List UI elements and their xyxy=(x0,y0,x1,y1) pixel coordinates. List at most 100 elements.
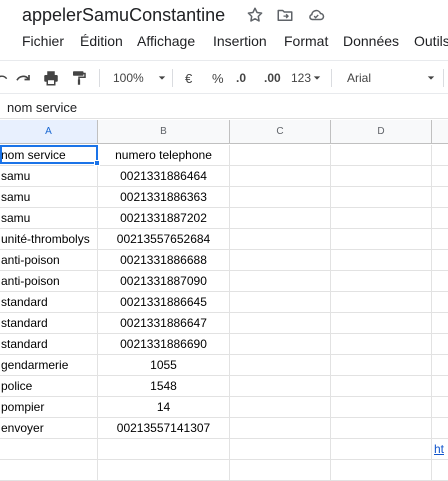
cell-a[interactable] xyxy=(0,460,98,481)
zoom-select[interactable]: 100% xyxy=(113,69,166,87)
cell-d[interactable] xyxy=(331,355,432,376)
cell-e[interactable] xyxy=(432,145,448,166)
formula-bar[interactable]: nom service xyxy=(0,95,448,119)
cell-b[interactable]: numero telephone xyxy=(98,145,230,166)
paint-format-icon[interactable] xyxy=(70,69,88,87)
cell-e[interactable] xyxy=(432,250,448,271)
cell-e[interactable] xyxy=(432,334,448,355)
column-header-b[interactable]: B xyxy=(98,120,230,144)
cell-c[interactable] xyxy=(230,397,331,418)
cell-b[interactable] xyxy=(98,439,230,460)
undo-icon[interactable] xyxy=(0,69,10,87)
cell-a[interactable]: nom service xyxy=(0,145,98,166)
fill-handle[interactable] xyxy=(94,160,100,166)
cell-d[interactable] xyxy=(331,376,432,397)
cell-b[interactable]: 0021331886690 xyxy=(98,334,230,355)
cell-c[interactable] xyxy=(230,376,331,397)
cell-c[interactable] xyxy=(230,229,331,250)
cell-e[interactable] xyxy=(432,313,448,334)
star-icon[interactable] xyxy=(246,6,264,24)
cell-d[interactable] xyxy=(331,334,432,355)
cell-a[interactable]: envoyer xyxy=(0,418,98,439)
cell-c[interactable] xyxy=(230,208,331,229)
cell-a[interactable]: standard xyxy=(0,334,98,355)
cloud-status-icon[interactable] xyxy=(307,6,325,24)
column-header-d[interactable]: D xyxy=(331,120,432,144)
cell-e[interactable] xyxy=(432,208,448,229)
cell-d[interactable] xyxy=(331,250,432,271)
cell-c[interactable] xyxy=(230,439,331,460)
cell-a[interactable]: anti-poison xyxy=(0,271,98,292)
cell-c[interactable] xyxy=(230,313,331,334)
cell-e[interactable] xyxy=(432,166,448,187)
menu-outils[interactable]: Outils xyxy=(414,33,448,49)
cell-c[interactable] xyxy=(230,418,331,439)
cell-b[interactable]: 0021331886647 xyxy=(98,313,230,334)
chevron-down-icon[interactable] xyxy=(427,69,435,87)
cell-c[interactable] xyxy=(230,271,331,292)
cell-e[interactable] xyxy=(432,355,448,376)
cell-e[interactable] xyxy=(432,460,448,481)
cell-b[interactable]: 0021331887202 xyxy=(98,208,230,229)
column-header-a[interactable]: A xyxy=(0,120,98,144)
cell-d[interactable] xyxy=(331,397,432,418)
cell-a[interactable]: standard xyxy=(0,313,98,334)
cell-c[interactable] xyxy=(230,187,331,208)
cell-b[interactable]: 14 xyxy=(98,397,230,418)
cell-e[interactable] xyxy=(432,271,448,292)
cell-d[interactable] xyxy=(331,271,432,292)
cell-a[interactable]: samu xyxy=(0,208,98,229)
cell-c[interactable] xyxy=(230,355,331,376)
cell-c[interactable] xyxy=(230,334,331,355)
increase-decimals-button[interactable]: .00 xyxy=(264,69,281,87)
percent-button[interactable]: % xyxy=(212,69,224,87)
cell-b[interactable] xyxy=(98,460,230,481)
cell-a[interactable]: samu xyxy=(0,187,98,208)
menu-insertion[interactable]: Insertion xyxy=(213,33,267,49)
cell-d[interactable] xyxy=(331,439,432,460)
cell-d[interactable] xyxy=(331,229,432,250)
cell-e[interactable] xyxy=(432,376,448,397)
menu-fichier[interactable]: Fichier xyxy=(22,33,64,49)
redo-icon[interactable] xyxy=(14,69,32,87)
print-icon[interactable] xyxy=(42,69,60,87)
menu-affichage[interactable]: Affichage xyxy=(137,33,195,49)
cell-c[interactable] xyxy=(230,460,331,481)
cell-b[interactable]: 0021331886464 xyxy=(98,166,230,187)
cell-d[interactable] xyxy=(331,313,432,334)
cell-d[interactable] xyxy=(331,208,432,229)
cell-c[interactable] xyxy=(230,145,331,166)
cell-d[interactable] xyxy=(331,166,432,187)
cell-b[interactable]: 1548 xyxy=(98,376,230,397)
cell-d[interactable] xyxy=(331,460,432,481)
cell-c[interactable] xyxy=(230,292,331,313)
cell-a[interactable] xyxy=(0,439,98,460)
column-header-c[interactable]: C xyxy=(230,120,331,144)
decrease-decimals-button[interactable]: .0 xyxy=(236,69,246,87)
cell-a[interactable]: anti-poison xyxy=(0,250,98,271)
cell-c[interactable] xyxy=(230,250,331,271)
cell-link[interactable]: ht xyxy=(434,442,444,456)
cell-a[interactable]: gendarmerie xyxy=(0,355,98,376)
cell-b[interactable]: 00213557141307 xyxy=(98,418,230,439)
cell-e[interactable] xyxy=(432,229,448,250)
cell-a[interactable]: standard xyxy=(0,292,98,313)
font-family-select[interactable]: Arial xyxy=(347,69,371,87)
cell-c[interactable] xyxy=(230,166,331,187)
menu-edition[interactable]: Édition xyxy=(80,33,123,49)
more-formats-button[interactable]: 123 xyxy=(291,69,321,87)
cell-b[interactable]: 1055 xyxy=(98,355,230,376)
cell-a[interactable]: unité-thrombolys xyxy=(0,229,98,250)
cell-d[interactable] xyxy=(331,145,432,166)
cell-b[interactable]: 00213557652684 xyxy=(98,229,230,250)
cell-e[interactable] xyxy=(432,292,448,313)
cell-e[interactable] xyxy=(432,187,448,208)
cell-b[interactable]: 0021331886363 xyxy=(98,187,230,208)
cell-d[interactable] xyxy=(331,187,432,208)
cell-a[interactable]: samu xyxy=(0,166,98,187)
document-title[interactable]: appelerSamuConstantine xyxy=(22,5,225,26)
cell-e[interactable] xyxy=(432,397,448,418)
cell-b[interactable]: 0021331887090 xyxy=(98,271,230,292)
cell-e[interactable] xyxy=(432,418,448,439)
cell-a[interactable]: police xyxy=(0,376,98,397)
